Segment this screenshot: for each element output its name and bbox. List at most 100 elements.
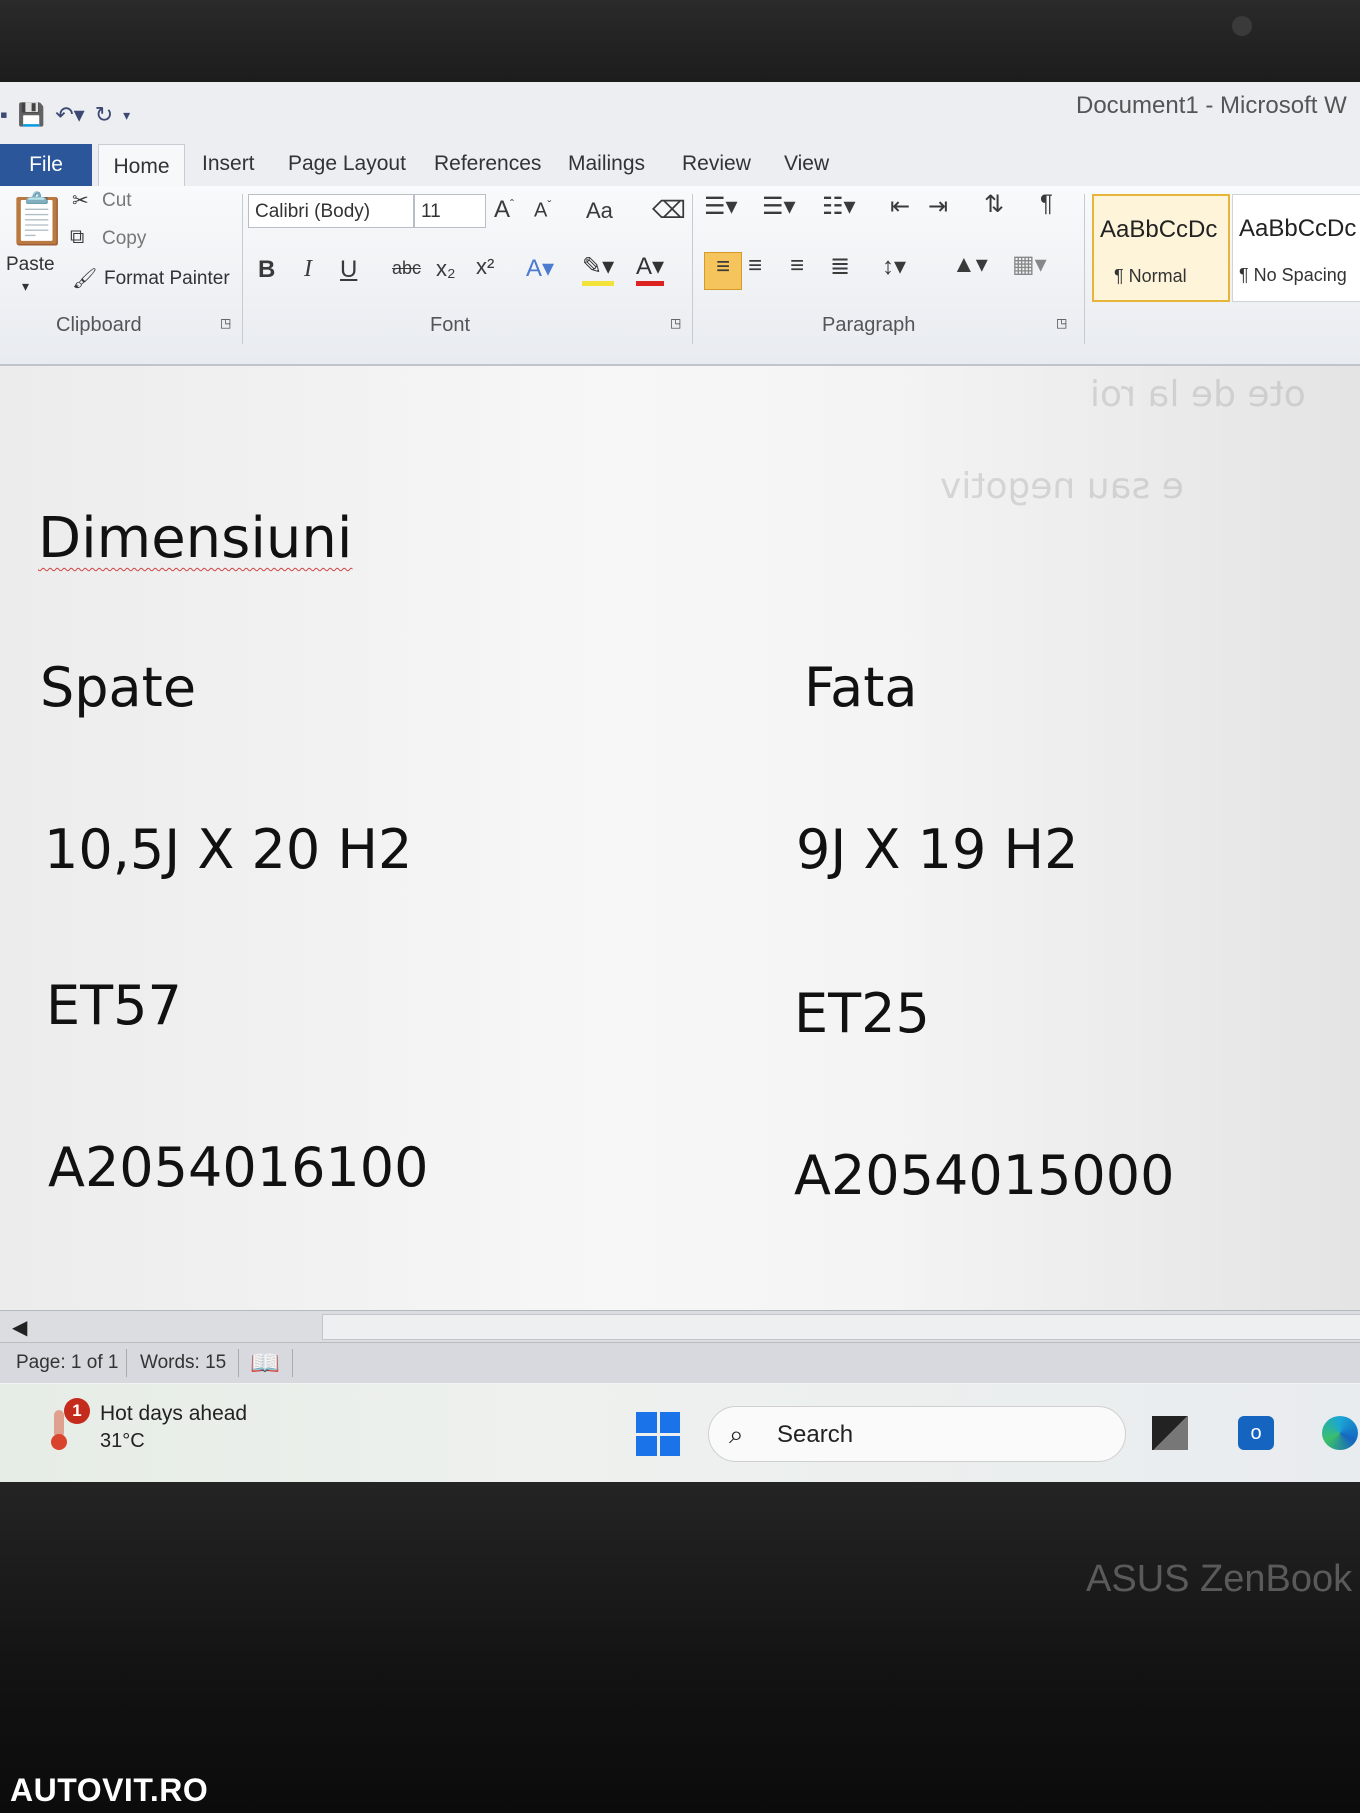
tab-home[interactable]: Home xyxy=(98,144,185,189)
paste-icon[interactable]: 📋 xyxy=(6,190,68,249)
taskbar: 1 Hot days ahead 31°C ⌕ Search o xyxy=(0,1384,1360,1482)
webcam xyxy=(1232,16,1252,36)
cut-button[interactable]: Cut xyxy=(102,190,132,212)
font-launcher-icon[interactable]: ◳ xyxy=(670,316,681,330)
font-name-combo[interactable]: Calibri (Body) xyxy=(248,194,414,228)
tab-file[interactable]: File xyxy=(0,144,92,186)
align-center-icon[interactable]: ≡ xyxy=(748,252,762,280)
style-normal[interactable]: AaBbCcDc ¶ Normal xyxy=(1092,194,1230,302)
weather-title[interactable]: Hot days ahead xyxy=(100,1402,247,1426)
ribbon-tabs: File Home Insert Page Layout References … xyxy=(0,144,1360,189)
document-heading: Dimensiuni xyxy=(38,506,353,571)
align-left-icon[interactable]: ≡ xyxy=(704,252,742,290)
font-group-label: Font xyxy=(430,314,471,336)
ribbon-separator xyxy=(692,194,693,344)
tab-page-layout[interactable]: Page Layout xyxy=(288,152,406,176)
strikethrough-button[interactable]: abc xyxy=(392,258,421,279)
word-app-icon: ▪ xyxy=(0,102,8,127)
status-divider xyxy=(292,1349,293,1377)
copy-icon: ⧉ xyxy=(70,226,85,248)
tab-references[interactable]: References xyxy=(434,152,541,176)
customize-qat-icon[interactable]: ▾ xyxy=(123,107,130,124)
scroll-left-arrow-icon[interactable]: ◀ xyxy=(12,1315,27,1340)
taskbar-search[interactable]: ⌕ Search xyxy=(708,1406,1126,1462)
ribbon-separator xyxy=(1084,194,1085,344)
numbering-icon[interactable]: ☰▾ xyxy=(762,192,796,221)
clear-formatting-icon[interactable]: ⌫ xyxy=(652,196,686,225)
subscript-icon[interactable]: x₂ xyxy=(436,256,456,282)
sort-icon[interactable]: ⇅ xyxy=(984,190,1004,219)
paste-button[interactable]: Paste xyxy=(6,254,55,276)
justify-icon[interactable]: ≣ xyxy=(830,252,850,281)
proofing-icon[interactable]: 📖 xyxy=(250,1349,280,1378)
copy-button[interactable]: Copy xyxy=(102,228,146,250)
shading-icon[interactable]: ▲▾ xyxy=(952,250,988,279)
page-count[interactable]: Page: 1 of 1 xyxy=(16,1352,118,1374)
rear-offset: ET57 xyxy=(46,974,182,1037)
underline-button[interactable]: U xyxy=(340,256,357,284)
quick-access-toolbar: ▪ 💾 ↶▾ ↻ ▾ xyxy=(0,102,130,128)
borders-icon[interactable]: ▦▾ xyxy=(1012,250,1047,279)
horizontal-scrollbar[interactable]: ◀ xyxy=(0,1310,1360,1343)
status-divider xyxy=(126,1349,127,1377)
windows-start-icon[interactable] xyxy=(636,1412,680,1456)
outlook-icon[interactable]: o xyxy=(1238,1416,1274,1450)
style-name: ¶ Normal xyxy=(1114,266,1187,286)
style-sample: AaBbCcDc xyxy=(1239,215,1357,242)
search-icon: ⌕ xyxy=(729,1419,744,1449)
save-icon[interactable]: 💾 xyxy=(18,102,45,128)
status-divider xyxy=(238,1349,239,1377)
paragraph-group-label: Paragraph xyxy=(822,314,916,336)
highlight-color-icon[interactable]: ✎▾ xyxy=(582,252,615,286)
change-case-button[interactable]: Aa xyxy=(586,198,613,224)
redo-icon[interactable]: ↻ xyxy=(95,102,113,128)
word-count[interactable]: Words: 15 xyxy=(140,1352,226,1374)
tab-review[interactable]: Review xyxy=(682,152,751,176)
front-offset: ET25 xyxy=(794,982,930,1045)
screen: ▪ 💾 ↶▾ ↻ ▾ Document1 - Microsoft W File … xyxy=(0,82,1360,1482)
front-title: Fata xyxy=(804,656,918,719)
align-right-icon[interactable]: ≡ xyxy=(790,252,804,280)
decrease-indent-icon[interactable]: ⇤ xyxy=(890,192,910,221)
increase-indent-icon[interactable]: ⇥ xyxy=(928,192,948,221)
paste-dropdown-icon[interactable]: ▾ xyxy=(22,278,29,295)
font-size-combo[interactable]: 11 xyxy=(414,194,486,228)
multilevel-list-icon[interactable]: ☷▾ xyxy=(822,192,856,221)
undo-icon[interactable]: ↶▾ xyxy=(55,102,84,128)
paragraph-launcher-icon[interactable]: ◳ xyxy=(1056,316,1067,330)
document-page[interactable]: ote de la roi e sau negotiv Dimensiuni S… xyxy=(0,366,1360,1316)
laptop-bezel-bottom: ASUS ZenBook AUTOVIT.RO xyxy=(0,1482,1360,1813)
style-name: ¶ No Spacing xyxy=(1239,265,1347,285)
italic-button[interactable]: I xyxy=(304,256,312,283)
clipboard-launcher-icon[interactable]: ◳ xyxy=(220,316,231,330)
show-formatting-icon[interactable]: ¶ xyxy=(1040,190,1053,218)
text-effects-icon[interactable]: A▾ xyxy=(526,254,554,283)
site-watermark: AUTOVIT.RO xyxy=(10,1772,209,1808)
laptop-brand: ASUS ZenBook xyxy=(1086,1558,1353,1600)
tab-insert[interactable]: Insert xyxy=(202,152,255,176)
shrink-font-icon[interactable]: Aˇ xyxy=(534,198,551,223)
bold-button[interactable]: B xyxy=(258,256,275,284)
ribbon: 📋 Paste ▾ ✂ Cut ⧉ Copy 🖌 Format Painter … xyxy=(0,186,1360,366)
bullets-icon[interactable]: ☰▾ xyxy=(704,192,738,221)
rear-part-number: A2054016100 xyxy=(48,1136,429,1199)
background-reflection: ote de la roi xyxy=(1090,374,1306,415)
style-no-spacing[interactable]: AaBbCcDc ¶ No Spacing xyxy=(1232,194,1360,302)
line-spacing-icon[interactable]: ↕▾ xyxy=(882,252,906,281)
grow-font-icon[interactable]: Aˆ xyxy=(494,196,514,224)
title-bar: ▪ 💾 ↶▾ ↻ ▾ Document1 - Microsoft W xyxy=(0,82,1360,144)
cut-icon: ✂ xyxy=(72,190,89,212)
weather-badge: 1 xyxy=(64,1398,90,1424)
tab-view[interactable]: View xyxy=(784,152,829,176)
window-title: Document1 - Microsoft W xyxy=(1076,92,1347,119)
scrollbar-thumb[interactable] xyxy=(322,1314,1360,1340)
format-painter-button[interactable]: Format Painter xyxy=(104,268,230,290)
background-reflection: e sau negotiv xyxy=(940,466,1184,507)
edge-icon[interactable] xyxy=(1322,1416,1358,1450)
weather-temperature[interactable]: 31°C xyxy=(100,1430,145,1453)
search-label: Search xyxy=(777,1421,854,1448)
font-color-icon[interactable]: A▾ xyxy=(636,252,665,286)
superscript-icon[interactable]: x² xyxy=(476,254,494,280)
tab-mailings[interactable]: Mailings xyxy=(568,152,645,176)
task-view-icon[interactable] xyxy=(1152,1416,1188,1450)
